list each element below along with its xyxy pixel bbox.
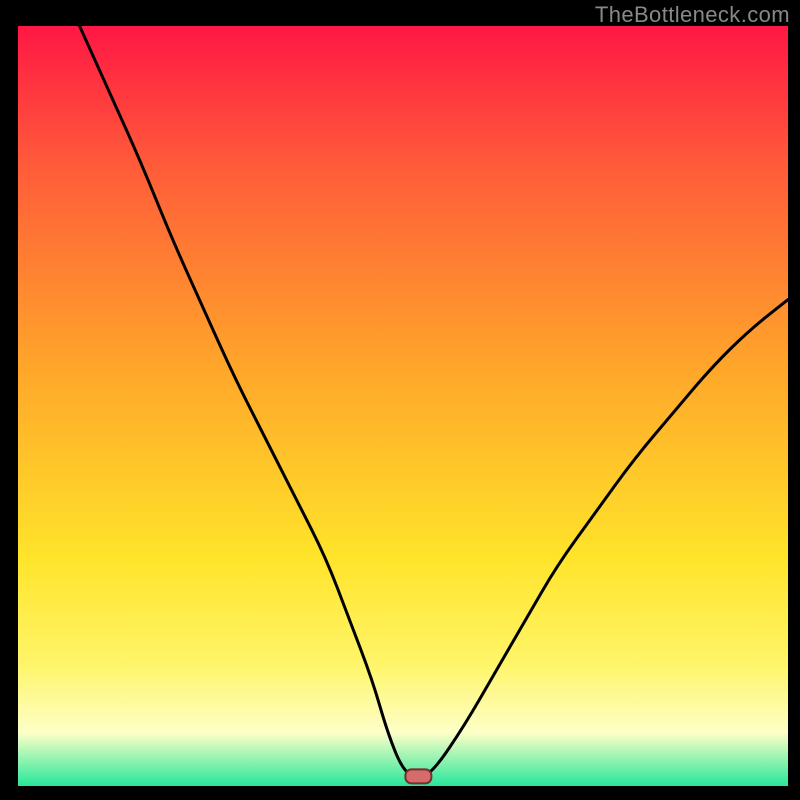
gradient-background bbox=[18, 26, 788, 786]
watermark-text: TheBottleneck.com bbox=[595, 2, 790, 28]
optimal-point-marker bbox=[405, 769, 431, 783]
chart-container: TheBottleneck.com bbox=[0, 0, 800, 800]
chart-svg bbox=[18, 26, 788, 786]
plot-area bbox=[18, 26, 788, 786]
